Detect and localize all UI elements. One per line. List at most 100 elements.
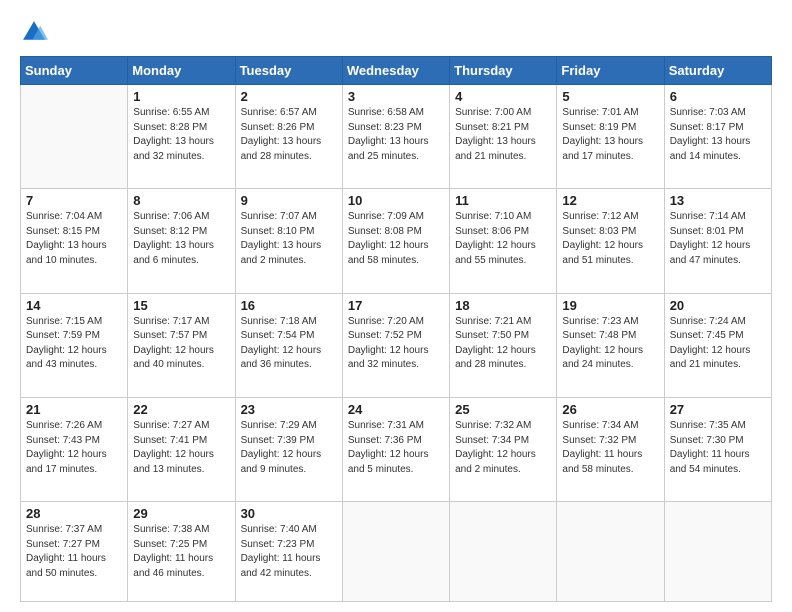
day-info: Sunrise: 6:55 AMSunset: 8:28 PMDaylight:… bbox=[133, 106, 229, 164]
day-info: Sunrise: 7:31 AMSunset: 7:36 PMDaylight:… bbox=[348, 419, 444, 477]
calendar-day-header: Thursday bbox=[450, 57, 557, 85]
logo bbox=[20, 18, 52, 46]
day-number: 29 bbox=[133, 506, 229, 521]
calendar-cell: 30 Sunrise: 7:40 AMSunset: 7:23 PMDayligh… bbox=[235, 502, 342, 602]
day-number: 15 bbox=[133, 298, 229, 313]
day-number: 27 bbox=[670, 402, 766, 417]
calendar-cell: 25 Sunrise: 7:32 AMSunset: 7:34 PMDayligh… bbox=[450, 398, 557, 502]
calendar-cell bbox=[342, 502, 449, 602]
day-info: Sunrise: 7:10 AMSunset: 8:06 PMDaylight:… bbox=[455, 210, 551, 268]
calendar-cell: 16 Sunrise: 7:18 AMSunset: 7:54 PMDayligh… bbox=[235, 293, 342, 397]
calendar-cell: 28 Sunrise: 7:37 AMSunset: 7:27 PMDayligh… bbox=[21, 502, 128, 602]
header bbox=[20, 18, 772, 46]
calendar-day-header: Monday bbox=[128, 57, 235, 85]
day-number: 11 bbox=[455, 193, 551, 208]
day-info: Sunrise: 7:32 AMSunset: 7:34 PMDaylight:… bbox=[455, 419, 551, 477]
calendar-cell: 26 Sunrise: 7:34 AMSunset: 7:32 PMDayligh… bbox=[557, 398, 664, 502]
day-info: Sunrise: 7:06 AMSunset: 8:12 PMDaylight:… bbox=[133, 210, 229, 268]
day-info: Sunrise: 7:15 AMSunset: 7:59 PMDaylight:… bbox=[26, 315, 122, 373]
day-info: Sunrise: 7:12 AMSunset: 8:03 PMDaylight:… bbox=[562, 210, 658, 268]
calendar-cell: 2 Sunrise: 6:57 AMSunset: 8:26 PMDaylight… bbox=[235, 85, 342, 189]
day-info: Sunrise: 7:37 AMSunset: 7:27 PMDaylight:… bbox=[26, 523, 122, 581]
calendar-cell: 7 Sunrise: 7:04 AMSunset: 8:15 PMDaylight… bbox=[21, 189, 128, 293]
day-number: 26 bbox=[562, 402, 658, 417]
day-info: Sunrise: 7:00 AMSunset: 8:21 PMDaylight:… bbox=[455, 106, 551, 164]
calendar-cell: 6 Sunrise: 7:03 AMSunset: 8:17 PMDaylight… bbox=[664, 85, 771, 189]
calendar-cell: 27 Sunrise: 7:35 AMSunset: 7:30 PMDayligh… bbox=[664, 398, 771, 502]
day-info: Sunrise: 7:29 AMSunset: 7:39 PMDaylight:… bbox=[241, 419, 337, 477]
calendar-table: SundayMondayTuesdayWednesdayThursdayFrid… bbox=[20, 56, 772, 602]
day-number: 24 bbox=[348, 402, 444, 417]
day-info: Sunrise: 7:23 AMSunset: 7:48 PMDaylight:… bbox=[562, 315, 658, 373]
day-info: Sunrise: 7:26 AMSunset: 7:43 PMDaylight:… bbox=[26, 419, 122, 477]
day-number: 6 bbox=[670, 89, 766, 104]
day-number: 12 bbox=[562, 193, 658, 208]
calendar-header-row: SundayMondayTuesdayWednesdayThursdayFrid… bbox=[21, 57, 772, 85]
day-info: Sunrise: 7:17 AMSunset: 7:57 PMDaylight:… bbox=[133, 315, 229, 373]
calendar-cell: 21 Sunrise: 7:26 AMSunset: 7:43 PMDayligh… bbox=[21, 398, 128, 502]
calendar-cell bbox=[664, 502, 771, 602]
calendar-cell: 1Sunrise: 6:55 AMSunset: 8:28 PMDaylight… bbox=[128, 85, 235, 189]
day-number: 30 bbox=[241, 506, 337, 521]
day-info: Sunrise: 7:18 AMSunset: 7:54 PMDaylight:… bbox=[241, 315, 337, 373]
day-info: Sunrise: 7:34 AMSunset: 7:32 PMDaylight:… bbox=[562, 419, 658, 477]
calendar-cell: 14 Sunrise: 7:15 AMSunset: 7:59 PMDayligh… bbox=[21, 293, 128, 397]
day-number: 16 bbox=[241, 298, 337, 313]
calendar-cell: 3 Sunrise: 6:58 AMSunset: 8:23 PMDaylight… bbox=[342, 85, 449, 189]
day-info: Sunrise: 7:03 AMSunset: 8:17 PMDaylight:… bbox=[670, 106, 766, 164]
day-number: 14 bbox=[26, 298, 122, 313]
calendar-cell: 22Sunrise: 7:27 AMSunset: 7:41 PMDayligh… bbox=[128, 398, 235, 502]
day-number: 18 bbox=[455, 298, 551, 313]
day-number: 28 bbox=[26, 506, 122, 521]
day-info: Sunrise: 7:21 AMSunset: 7:50 PMDaylight:… bbox=[455, 315, 551, 373]
calendar-cell: 20 Sunrise: 7:24 AMSunset: 7:45 PMDayligh… bbox=[664, 293, 771, 397]
calendar-cell: 15 Sunrise: 7:17 AMSunset: 7:57 PMDayligh… bbox=[128, 293, 235, 397]
calendar-cell bbox=[557, 502, 664, 602]
calendar-cell: 19 Sunrise: 7:23 AMSunset: 7:48 PMDayligh… bbox=[557, 293, 664, 397]
day-number: 22 bbox=[133, 402, 229, 417]
calendar-day-header: Sunday bbox=[21, 57, 128, 85]
calendar-cell: 5 Sunrise: 7:01 AMSunset: 8:19 PMDaylight… bbox=[557, 85, 664, 189]
day-number: 4 bbox=[455, 89, 551, 104]
day-info: Sunrise: 7:24 AMSunset: 7:45 PMDaylight:… bbox=[670, 315, 766, 373]
day-number: 21 bbox=[26, 402, 122, 417]
day-number: 3 bbox=[348, 89, 444, 104]
day-info: Sunrise: 6:57 AMSunset: 8:26 PMDaylight:… bbox=[241, 106, 337, 164]
day-info: Sunrise: 7:04 AMSunset: 8:15 PMDaylight:… bbox=[26, 210, 122, 268]
calendar-cell: 9Sunrise: 7:07 AMSunset: 8:10 PMDaylight… bbox=[235, 189, 342, 293]
calendar-cell: 13Sunrise: 7:14 AMSunset: 8:01 PMDayligh… bbox=[664, 189, 771, 293]
calendar-cell: 10Sunrise: 7:09 AMSunset: 8:08 PMDayligh… bbox=[342, 189, 449, 293]
calendar-cell: 12 Sunrise: 7:12 AMSunset: 8:03 PMDayligh… bbox=[557, 189, 664, 293]
calendar-cell: 11 Sunrise: 7:10 AMSunset: 8:06 PMDayligh… bbox=[450, 189, 557, 293]
day-info: Sunrise: 7:20 AMSunset: 7:52 PMDaylight:… bbox=[348, 315, 444, 373]
day-info: Sunrise: 7:40 AMSunset: 7:23 PMDaylight:… bbox=[241, 523, 337, 581]
day-info: Sunrise: 7:07 AMSunset: 8:10 PMDaylight:… bbox=[241, 210, 337, 268]
day-info: Sunrise: 7:14 AMSunset: 8:01 PMDaylight:… bbox=[670, 210, 766, 268]
day-info: Sunrise: 7:38 AMSunset: 7:25 PMDaylight:… bbox=[133, 523, 229, 581]
calendar-cell: 29 Sunrise: 7:38 AMSunset: 7:25 PMDayligh… bbox=[128, 502, 235, 602]
day-info: Sunrise: 6:58 AMSunset: 8:23 PMDaylight:… bbox=[348, 106, 444, 164]
day-number: 19 bbox=[562, 298, 658, 313]
calendar-day-header: Saturday bbox=[664, 57, 771, 85]
calendar-day-header: Tuesday bbox=[235, 57, 342, 85]
calendar-cell: 17 Sunrise: 7:20 AMSunset: 7:52 PMDayligh… bbox=[342, 293, 449, 397]
day-info: Sunrise: 7:35 AMSunset: 7:30 PMDaylight:… bbox=[670, 419, 766, 477]
day-number: 25 bbox=[455, 402, 551, 417]
calendar-day-header: Friday bbox=[557, 57, 664, 85]
calendar-cell: 24 Sunrise: 7:31 AMSunset: 7:36 PMDayligh… bbox=[342, 398, 449, 502]
day-info: Sunrise: 7:01 AMSunset: 8:19 PMDaylight:… bbox=[562, 106, 658, 164]
calendar-cell: 23 Sunrise: 7:29 AMSunset: 7:39 PMDayligh… bbox=[235, 398, 342, 502]
day-number: 17 bbox=[348, 298, 444, 313]
calendar-cell bbox=[450, 502, 557, 602]
day-number: 7 bbox=[26, 193, 122, 208]
logo-icon bbox=[20, 18, 48, 46]
calendar-cell: 4 Sunrise: 7:00 AMSunset: 8:21 PMDaylight… bbox=[450, 85, 557, 189]
day-number: 2 bbox=[241, 89, 337, 104]
day-number: 5 bbox=[562, 89, 658, 104]
day-number: 23 bbox=[241, 402, 337, 417]
calendar-cell: 18 Sunrise: 7:21 AMSunset: 7:50 PMDayligh… bbox=[450, 293, 557, 397]
day-number: 20 bbox=[670, 298, 766, 313]
day-number: 8 bbox=[133, 193, 229, 208]
day-info: Sunrise: 7:09 AMSunset: 8:08 PMDaylight:… bbox=[348, 210, 444, 268]
calendar-cell bbox=[21, 85, 128, 189]
